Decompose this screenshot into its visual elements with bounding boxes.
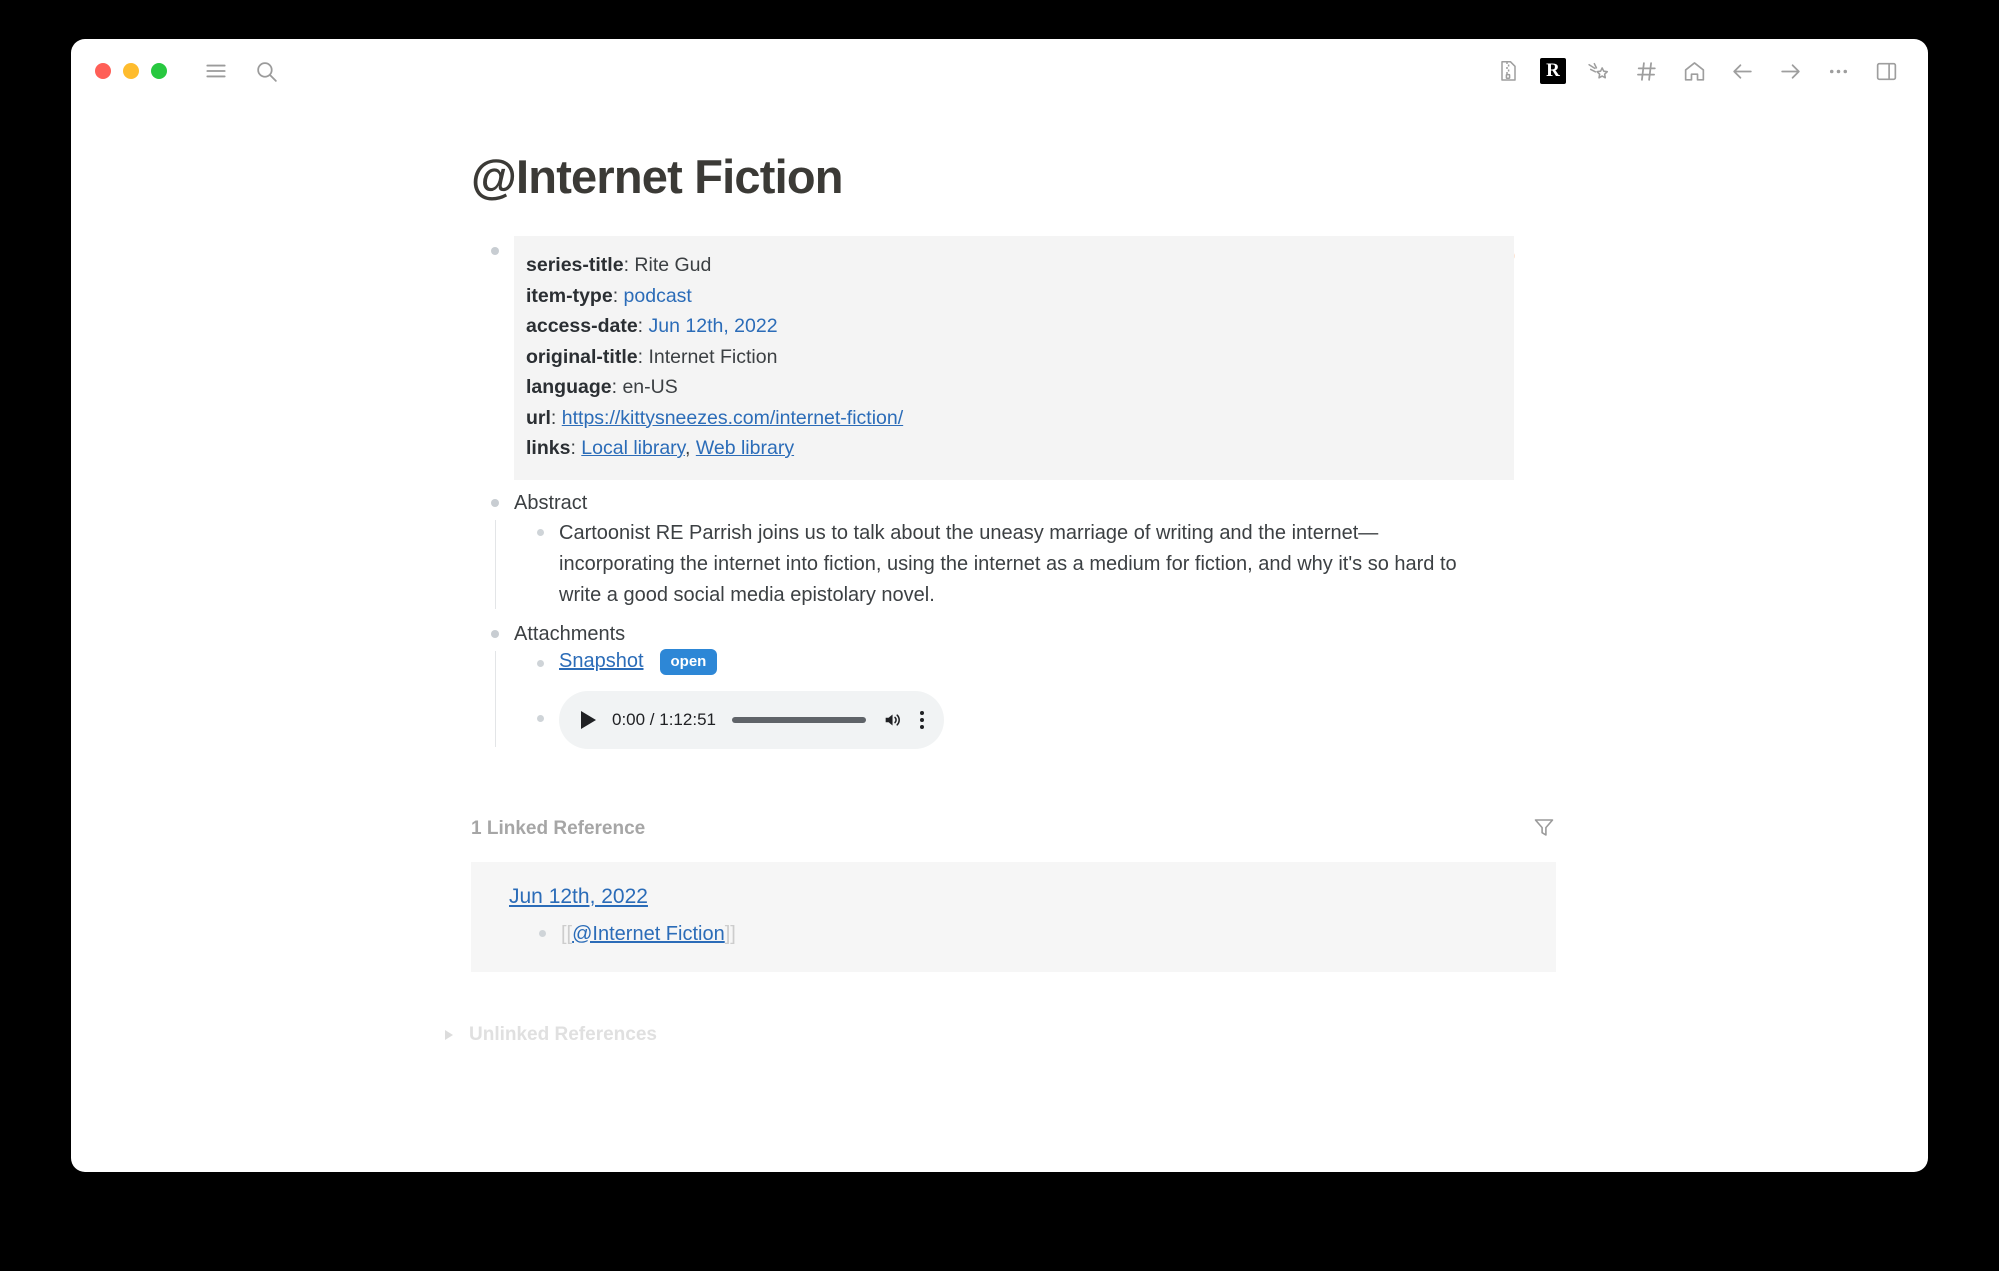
metadata-value: Rite Gud — [634, 254, 712, 276]
metadata-key: item-type — [526, 284, 613, 307]
linked-references-header: 1 Linked Reference — [471, 815, 1556, 862]
block-bullet[interactable] — [491, 498, 499, 507]
abstract-section: Abstract Cartoonist RE Parrish joins us … — [491, 488, 1868, 611]
open-badge[interactable]: open — [659, 648, 718, 675]
maximize-window-button[interactable] — [151, 63, 167, 79]
back-arrow-icon[interactable] — [1726, 55, 1758, 87]
unlinked-references-toggle[interactable]: Unlinked References — [445, 1024, 1868, 1046]
attachments-children: Snapshot open 0:00 / 1:12:51 — [495, 648, 1868, 749]
hashtag-icon[interactable] — [1630, 55, 1662, 87]
search-icon[interactable] — [249, 54, 283, 88]
audio-play-button[interactable] — [581, 710, 596, 729]
snapshot-link[interactable]: Snapshot — [559, 650, 644, 673]
attachments-section: Attachments Snapshot open 0:00 / 1:12:51 — [491, 619, 1868, 749]
metadata-key: language — [526, 376, 612, 398]
url-link[interactable]: https://kittysneezes.com/internet-fictio… — [562, 407, 903, 429]
audio-player[interactable]: 0:00 / 1:12:51 — [559, 690, 944, 749]
reference-item: [[@Internet Fiction]] — [539, 920, 1556, 948]
block-bullet[interactable] — [539, 929, 546, 937]
attachments-heading-block: Attachments — [491, 619, 1868, 649]
menu-icon[interactable] — [199, 54, 233, 88]
zip-file-icon[interactable] — [1492, 55, 1524, 87]
title-bar: R — [71, 39, 1928, 103]
metadata-key: links — [526, 437, 571, 459]
metadata-card: series-title: Rite Gud item-type: podcas… — [514, 236, 1514, 480]
metadata-key: access-date — [526, 315, 638, 337]
audio-progress-slider[interactable] — [731, 716, 866, 723]
block-bullet[interactable] — [537, 659, 544, 667]
metadata-row-item-type: item-type: podcast — [526, 284, 692, 307]
access-date-link[interactable]: Jun 12th, 2022 — [649, 315, 778, 337]
metadata-key: original-title — [526, 345, 638, 368]
block-bullet[interactable] — [491, 247, 499, 255]
bracket-open: [[ — [561, 922, 573, 945]
linked-reference-count: 1 Linked Reference — [471, 818, 646, 839]
window-controls — [95, 63, 167, 79]
block-bullet[interactable] — [491, 629, 499, 638]
title-bar-left — [95, 54, 283, 88]
filter-icon[interactable] — [1532, 815, 1556, 844]
metadata-row-original-title: original-title: Internet Fiction — [526, 345, 778, 368]
metadata-row-access-date: access-date: Jun 12th, 2022 — [526, 315, 778, 337]
audio-block: 0:00 / 1:12:51 — [537, 679, 1868, 749]
abstract-heading: Abstract — [514, 491, 588, 514]
right-sidebar-icon[interactable] — [1870, 55, 1902, 87]
abstract-text-block: Cartoonist RE Parrish joins us to talk a… — [537, 518, 1868, 611]
forward-arrow-icon[interactable] — [1774, 55, 1806, 87]
close-window-button[interactable] — [95, 63, 111, 79]
roam-logo-icon[interactable]: R — [1540, 58, 1566, 84]
chevron-right-icon — [445, 1029, 453, 1040]
bracket-close: ]] — [724, 922, 736, 945]
attachments-heading: Attachments — [514, 622, 626, 645]
home-icon[interactable] — [1678, 55, 1710, 87]
metadata-value: Internet Fiction — [648, 345, 778, 368]
audio-more-options-icon[interactable] — [920, 710, 924, 729]
page-content: @Internet Fiction series-title: Rite Gud… — [71, 149, 1928, 1046]
snapshot-block: Snapshot open — [537, 648, 1868, 675]
metadata-row-language: language: en-US — [526, 376, 678, 398]
abstract-text: Cartoonist RE Parrish joins us to talk a… — [559, 521, 1457, 606]
more-options-icon[interactable] — [1822, 55, 1854, 87]
metadata-key: series-title — [526, 254, 624, 276]
references-section: 1 Linked Reference Jun 12th, 2022 [[@Int… — [445, 815, 1868, 1046]
links-separator: , — [684, 437, 696, 459]
metadata-row-url: url: https://kittysneezes.com/internet-f… — [526, 406, 904, 429]
app-window: R @Internet Fiction series-title: Rite G… — [71, 39, 1928, 1172]
snapshot-row: Snapshot open — [559, 648, 718, 675]
abstract-children: Cartoonist RE Parrish joins us to talk a… — [495, 518, 1868, 611]
metadata-key: url — [526, 406, 551, 429]
metadata-block: series-title: Rite Gud item-type: podcas… — [491, 236, 1868, 480]
metadata-value: en-US — [622, 376, 678, 398]
page-title: @Internet Fiction — [471, 150, 843, 203]
shooting-star-icon[interactable] — [1582, 55, 1614, 87]
reference-text: [[@Internet Fiction]] — [561, 920, 736, 948]
metadata-row-series-title: series-title: Rite Gud — [526, 254, 712, 276]
unlinked-references-label: Unlinked References — [469, 1023, 657, 1045]
abstract-heading-block: Abstract — [491, 488, 1868, 518]
block-bullet[interactable] — [537, 528, 544, 536]
block-bullet[interactable] — [537, 714, 544, 722]
metadata-row-links: links: Local library, Web library — [526, 437, 795, 459]
audio-time-display: 0:00 / 1:12:51 — [612, 709, 716, 729]
minimize-window-button[interactable] — [123, 63, 139, 79]
volume-icon[interactable] — [882, 709, 904, 731]
linked-reference-card: Jun 12th, 2022 [[@Internet Fiction]] — [471, 861, 1556, 972]
title-bar-right: R — [1492, 55, 1902, 87]
reference-page-link[interactable]: @Internet Fiction — [572, 923, 725, 945]
local-library-link[interactable]: Local library — [581, 437, 685, 459]
web-library-link[interactable]: Web library — [696, 437, 794, 459]
reference-date-link[interactable]: Jun 12th, 2022 — [509, 885, 648, 908]
item-type-link[interactable]: podcast — [624, 285, 692, 307]
